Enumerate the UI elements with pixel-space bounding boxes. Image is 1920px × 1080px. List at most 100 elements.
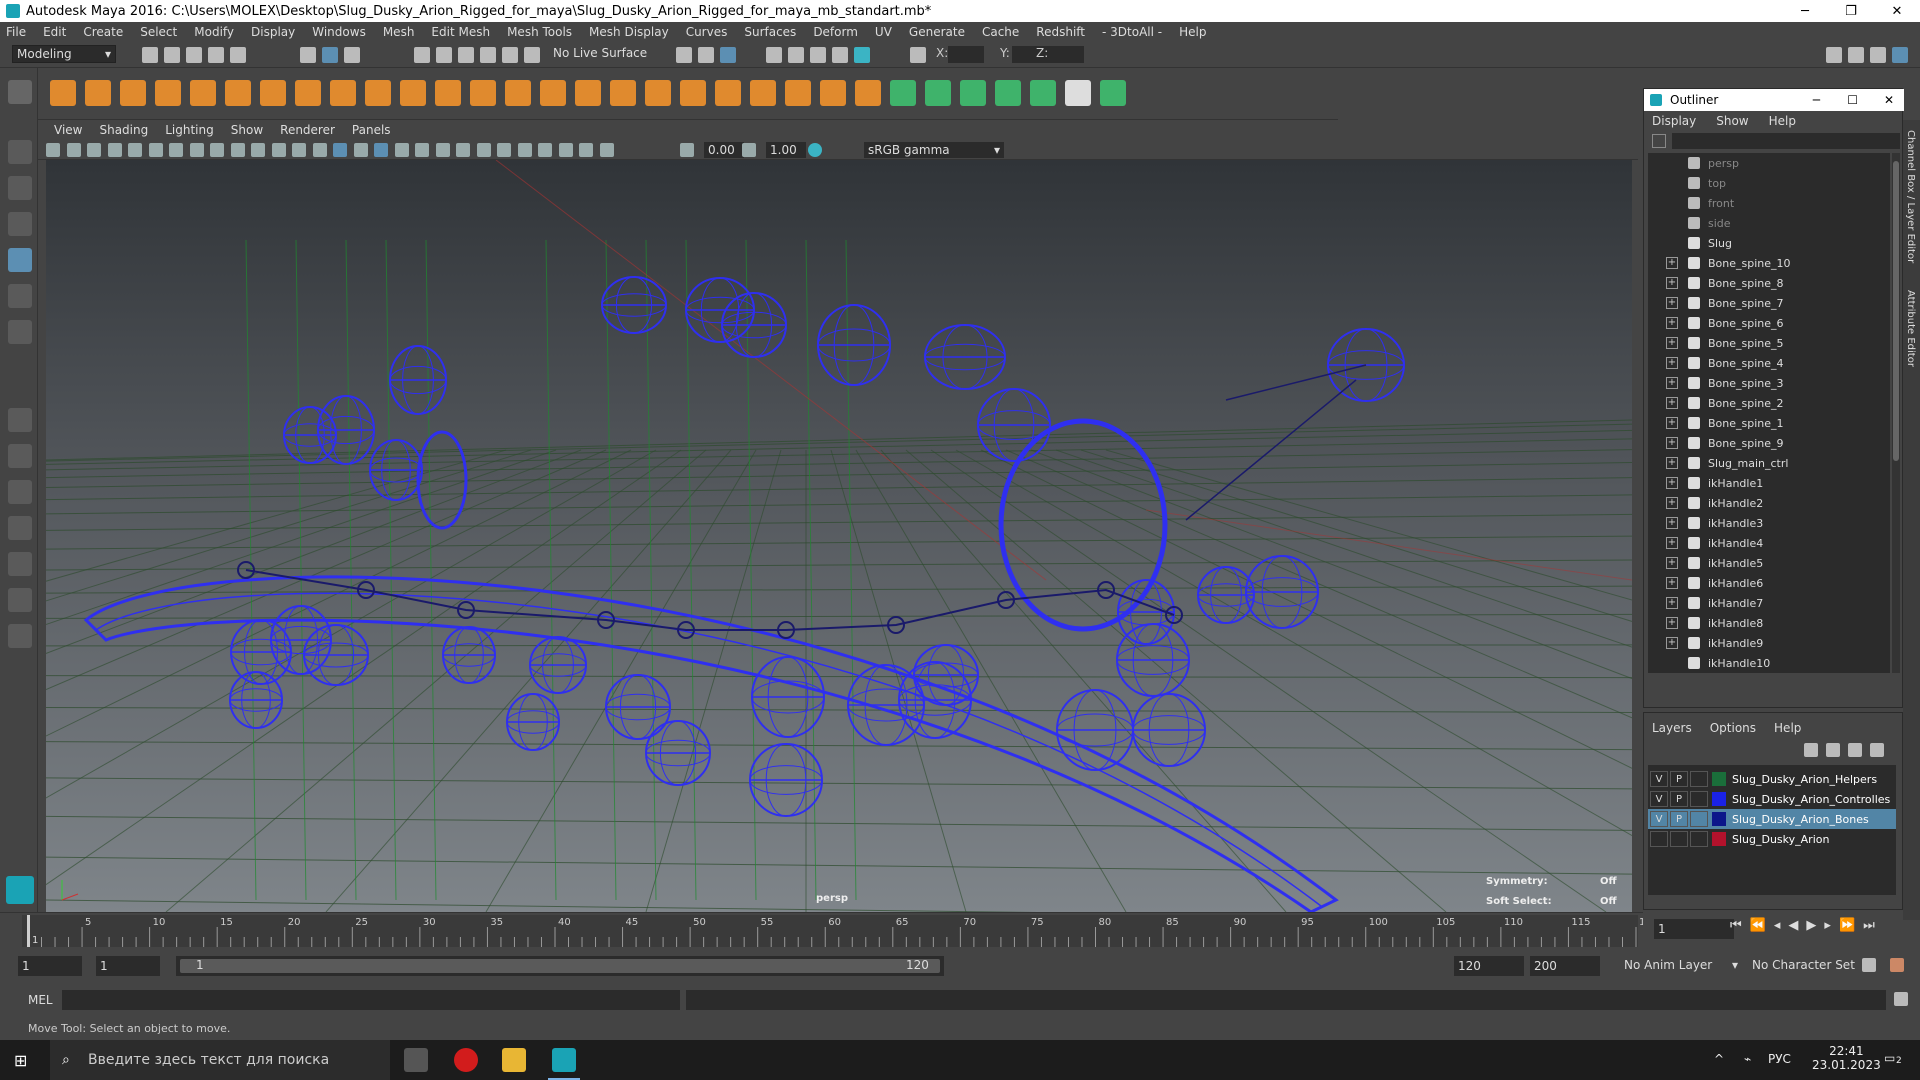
menu-display[interactable]: Display — [251, 25, 295, 39]
outliner-item[interactable]: front — [1648, 193, 1890, 213]
menu-cache[interactable]: Cache — [982, 25, 1019, 39]
viewport-menu-panels[interactable]: Panels — [352, 123, 391, 137]
live-surface-label[interactable]: No Live Surface — [553, 46, 647, 60]
playback-start-field[interactable]: 1 — [96, 956, 160, 976]
file-explorer-icon[interactable] — [502, 1048, 526, 1072]
expand-icon[interactable]: + — [1666, 517, 1678, 529]
gamma-icon[interactable] — [742, 143, 756, 157]
select-object-icon[interactable] — [322, 47, 338, 63]
anti-alias-icon[interactable] — [538, 143, 552, 157]
field-chart-icon[interactable] — [251, 143, 265, 157]
minimize-button[interactable]: ─ — [1782, 0, 1828, 22]
viewport-menu-show[interactable]: Show — [231, 123, 263, 137]
shelf-bevel-icon[interactable] — [855, 80, 881, 106]
outliner-item[interactable]: + ikHandle9 — [1648, 633, 1890, 653]
shelf-combine-icon[interactable] — [540, 80, 566, 106]
isolate-icon[interactable] — [579, 143, 593, 157]
outliner-item[interactable]: + ikHandle7 — [1648, 593, 1890, 613]
step-back-frame-icon[interactable]: ◂ — [1774, 918, 1781, 933]
outliner-list[interactable]: persp top front side Slug + Bone_spine_10 + Bone… — [1648, 153, 1890, 673]
shelf-torus-icon[interactable] — [190, 80, 216, 106]
render-view-icon[interactable] — [766, 47, 782, 63]
expand-icon[interactable]: + — [1666, 397, 1678, 409]
render-frame-icon[interactable] — [788, 47, 804, 63]
use-lights-icon[interactable] — [456, 143, 470, 157]
layer-visibility-toggle[interactable]: V — [1650, 771, 1668, 787]
outliner-item[interactable]: + Bone_spine_1 — [1648, 413, 1890, 433]
menu-edit-mesh[interactable]: Edit Mesh — [431, 25, 490, 39]
layer-color-swatch[interactable] — [1712, 832, 1726, 846]
select-tool-icon[interactable] — [8, 140, 32, 164]
default-material-icon[interactable] — [353, 143, 368, 157]
collapse-icon[interactable] — [8, 624, 32, 648]
expand-icon[interactable]: + — [1666, 257, 1678, 269]
tool-settings-toggle-icon[interactable] — [1892, 47, 1908, 63]
shelf-extrude-icon[interactable] — [820, 80, 846, 106]
layer-playback-toggle[interactable]: P — [1670, 791, 1688, 807]
viewport-menu-shading[interactable]: Shading — [99, 123, 148, 137]
outliner-item[interactable]: + ikHandle6 — [1648, 573, 1890, 593]
image-plane-icon[interactable] — [107, 143, 122, 157]
anim-layer-dropdown[interactable]: No Anim Layer ▾ — [1624, 958, 1738, 972]
shelf-disc-icon[interactable] — [260, 80, 286, 106]
gamma-field[interactable]: 1.00 — [766, 142, 806, 158]
depth-of-field-icon[interactable] — [558, 143, 573, 157]
go-to-end-icon[interactable]: ⏭ — [1863, 918, 1875, 933]
shelf-boolean-icon[interactable] — [680, 80, 706, 106]
outliner-menu-show[interactable]: Show — [1716, 114, 1748, 128]
mel-input[interactable] — [62, 990, 680, 1010]
menu-curves[interactable]: Curves — [686, 25, 728, 39]
outliner-close-icon[interactable]: ✕ — [1884, 89, 1894, 111]
menu-3dtoall[interactable]: - 3DtoAll - — [1102, 25, 1162, 39]
outliner-item[interactable]: + Bone_spine_8 — [1648, 273, 1890, 293]
ipr-render-icon[interactable] — [810, 47, 826, 63]
shelf-extract-icon[interactable] — [610, 80, 636, 106]
keyboard-language[interactable]: РУС — [1768, 1052, 1791, 1066]
outliner-item[interactable]: + ikHandle1 — [1648, 473, 1890, 493]
layer-menu-options[interactable]: Options — [1710, 721, 1756, 735]
anim-prefs-icon[interactable] — [1890, 958, 1904, 972]
scale-tool-icon[interactable] — [8, 320, 32, 344]
shelf-uv-cylindrical-icon[interactable] — [925, 80, 951, 106]
snap-grid-icon[interactable] — [414, 47, 430, 63]
layer-row[interactable]: V P Slug_Dusky_Arion_Bones — [1648, 809, 1896, 829]
menu-file[interactable]: File — [6, 25, 26, 39]
redo-icon[interactable] — [230, 47, 246, 63]
gate-mask-icon[interactable] — [230, 143, 245, 157]
menu-redshift[interactable]: Redshift — [1036, 25, 1085, 39]
shelf-menu-icon[interactable] — [8, 80, 32, 104]
layer-list[interactable]: V P Slug_Dusky_Arion_Helpers V P Slug_Dusky_A… — [1648, 765, 1896, 895]
hypershade-icon[interactable] — [854, 47, 870, 63]
outliner-item[interactable]: + ikHandle5 — [1648, 553, 1890, 573]
step-back-key-icon[interactable]: ⏪ — [1750, 918, 1766, 933]
menu-mesh-tools[interactable]: Mesh Tools — [507, 25, 572, 39]
outliner-filter-icon[interactable] — [1652, 134, 1666, 148]
undo-icon[interactable] — [208, 47, 224, 63]
layer-color-swatch[interactable] — [1712, 812, 1726, 826]
new-empty-layer-icon[interactable] — [1848, 743, 1862, 757]
select-camera-icon[interactable] — [46, 143, 60, 157]
layer-type-toggle[interactable] — [1690, 831, 1708, 847]
layer-type-toggle[interactable] — [1690, 791, 1708, 807]
outliner-layout-icon[interactable] — [8, 552, 32, 576]
start-time-field[interactable]: 1 — [18, 956, 82, 976]
attribute-editor-toggle-icon[interactable] — [1870, 47, 1886, 63]
menu-surfaces[interactable]: Surfaces — [744, 25, 796, 39]
expand-icon[interactable]: + — [1666, 497, 1678, 509]
taskbar-search-input[interactable]: ⌕ Введите здесь текст для поиска — [50, 1040, 390, 1080]
exposure-icon[interactable] — [680, 143, 694, 157]
outliner-item[interactable]: + Bone_spine_6 — [1648, 313, 1890, 333]
layer-visibility-toggle[interactable]: V — [1650, 811, 1668, 827]
render-settings-icon[interactable] — [832, 47, 848, 63]
shelf-cube-icon[interactable] — [85, 80, 111, 106]
color-space-dropdown[interactable]: sRGB gamma ▾ — [864, 142, 1004, 158]
shelf-cone-icon[interactable] — [155, 80, 181, 106]
shadows-icon[interactable] — [476, 143, 491, 157]
layer-menu-layers[interactable]: Layers — [1652, 721, 1692, 735]
range-slider[interactable]: 1 120 — [176, 956, 944, 976]
shelf-uv-planar-icon[interactable] — [890, 80, 916, 106]
shelf-super-ellipse-icon[interactable] — [505, 80, 531, 106]
new-layer-selected-icon[interactable] — [1870, 743, 1884, 757]
expand-icon[interactable]: + — [1666, 457, 1678, 469]
snap-surface-icon[interactable] — [502, 47, 518, 63]
